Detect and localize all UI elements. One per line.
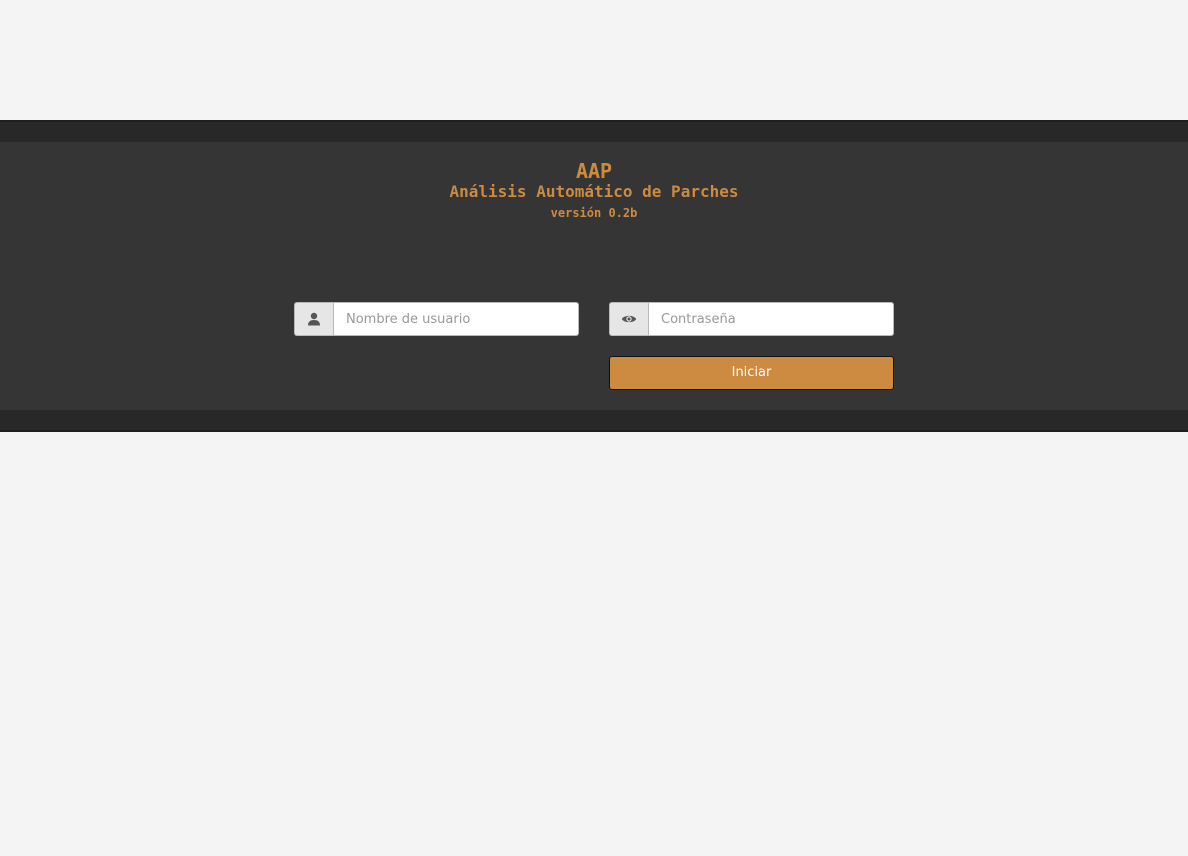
password-field — [609, 302, 894, 336]
username-field — [294, 302, 579, 336]
login-panel: AAP Análisis Automático de Parches versi… — [0, 142, 1188, 410]
login-band: AAP Análisis Automático de Parches versi… — [0, 120, 1188, 432]
app-name: AAP — [575, 159, 613, 183]
username-input[interactable] — [333, 302, 579, 336]
login-button[interactable]: Iniciar — [609, 356, 894, 390]
app-header: AAP Análisis Automático de Parches versi… — [0, 160, 1188, 224]
password-input[interactable] — [648, 302, 894, 336]
eye-icon — [609, 302, 648, 336]
user-icon — [294, 302, 333, 336]
app-fullname: Análisis Automático de Parches — [449, 182, 739, 201]
app-version: versión 0.2b — [550, 206, 638, 220]
